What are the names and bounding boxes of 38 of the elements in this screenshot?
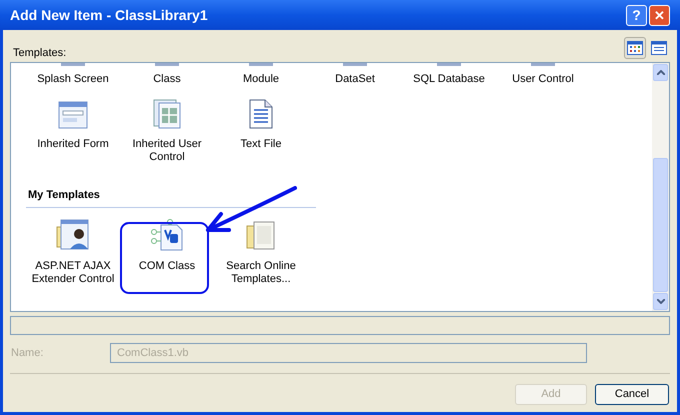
scroll-down-button[interactable] xyxy=(653,293,668,310)
template-item[interactable]: Inherited Form xyxy=(26,86,120,164)
icon-fragment xyxy=(61,63,85,67)
scroll-up-button[interactable] xyxy=(653,64,668,81)
template-item[interactable]: Class xyxy=(120,63,214,86)
dialog-button[interactable]: Cancel xyxy=(595,384,669,405)
close-button[interactable]: ✕ xyxy=(649,4,670,26)
icon-fragment xyxy=(437,63,461,67)
folders-icon xyxy=(246,221,276,251)
template-item[interactable]: Search Online Templates... xyxy=(214,208,308,286)
section-header: My Templates xyxy=(28,189,100,201)
document-icon xyxy=(249,99,273,129)
template-item[interactable]: Splash Screen xyxy=(26,63,120,86)
window-title: Add New Item - ClassLibrary1 xyxy=(10,6,209,25)
view-toggle-button[interactable] xyxy=(624,37,646,59)
details-view-icon xyxy=(651,41,667,55)
scroll-thumb[interactable] xyxy=(653,158,668,292)
templates-label: Templates: xyxy=(12,46,68,60)
scrollbar[interactable] xyxy=(652,63,669,311)
template-item[interactable]: SQL Database xyxy=(402,63,496,86)
template-item[interactable]: DataSet xyxy=(308,63,402,86)
template-item[interactable]: COM Class xyxy=(120,208,214,286)
template-item[interactable]: User Control xyxy=(496,63,590,86)
icon-fragment xyxy=(343,63,367,67)
template-item[interactable]: Module xyxy=(214,63,308,86)
vb-class-icon xyxy=(150,219,184,251)
name-label: Name: xyxy=(10,346,44,361)
large-icons-icon xyxy=(627,41,643,55)
form-icon xyxy=(58,101,88,129)
icon-fragment xyxy=(249,63,273,67)
person-form-icon xyxy=(56,219,90,251)
template-item[interactable]: ASP.NET AJAX Extender Control xyxy=(26,208,120,286)
icon-fragment xyxy=(531,63,555,67)
help-button[interactable]: ? xyxy=(626,4,647,26)
template-item[interactable]: Inherited User Control xyxy=(120,86,214,164)
icon-fragment xyxy=(155,63,179,67)
user-control-icon xyxy=(153,99,181,129)
template-item[interactable]: Text File xyxy=(214,86,308,164)
